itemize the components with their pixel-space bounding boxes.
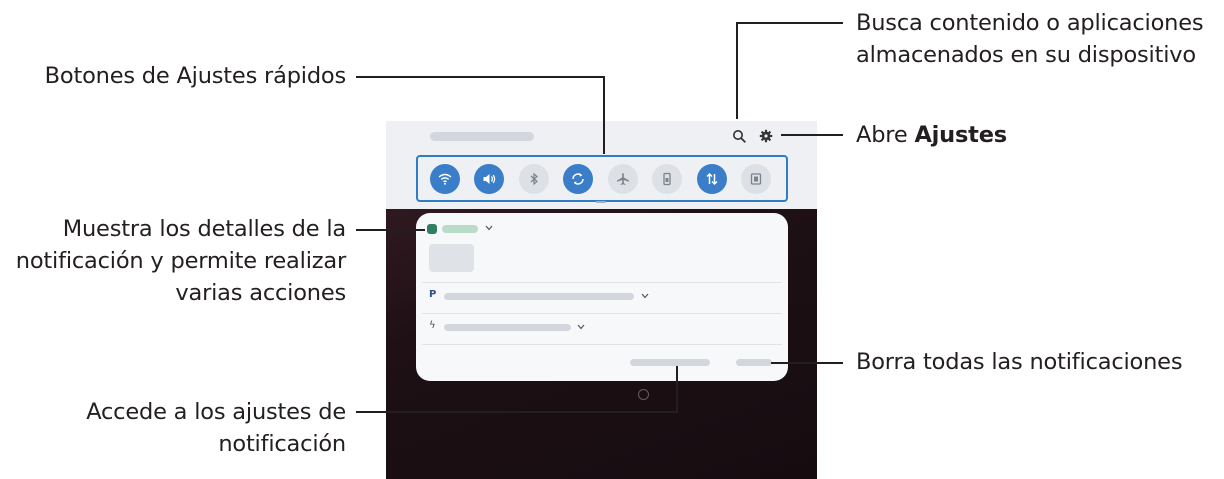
power-saving-button[interactable] xyxy=(741,164,771,194)
leader-line xyxy=(356,411,678,413)
notification-card: P ϟ xyxy=(416,213,788,381)
quick-settings-row xyxy=(416,155,788,202)
mobile-data-button[interactable] xyxy=(697,164,727,194)
date-placeholder xyxy=(430,132,534,141)
airplane-icon xyxy=(617,173,629,185)
chevron-down-icon[interactable] xyxy=(639,290,651,302)
callout-search: Busca contenido o aplicaciones almacenad… xyxy=(856,7,1204,71)
leader-line xyxy=(356,229,425,231)
flashlight-icon xyxy=(663,172,671,186)
app-name-placeholder xyxy=(442,225,478,233)
notification-content-placeholder xyxy=(429,244,474,272)
leader-line xyxy=(603,76,605,154)
notification-placeholder[interactable] xyxy=(444,324,571,331)
divider xyxy=(422,344,782,345)
callout-line: notificación y permite realizar xyxy=(15,248,346,274)
bluetooth-icon xyxy=(530,172,538,186)
callout-line: Abre xyxy=(856,122,915,148)
home-circle-icon xyxy=(638,389,649,400)
callout-line: Botones de Ajustes rápidos xyxy=(44,63,347,89)
divider xyxy=(422,282,782,283)
callout-line: Busca contenido o aplicaciones xyxy=(856,10,1204,36)
panel-drag-handle[interactable] xyxy=(596,201,606,203)
mobile-data-icon xyxy=(706,172,718,186)
sound-button[interactable] xyxy=(474,164,504,194)
callout-line: notificación xyxy=(218,431,346,457)
leader-line xyxy=(737,22,843,24)
notification-settings-button[interactable] xyxy=(630,359,710,366)
leader-line xyxy=(356,76,605,78)
app-icon xyxy=(427,224,437,234)
callout-details: Muestra los detalles de la notificación … xyxy=(16,213,346,309)
clear-all-button[interactable] xyxy=(736,359,772,366)
callout-line: varias acciones xyxy=(175,280,346,306)
flashlight-button[interactable] xyxy=(652,164,682,194)
leader-line xyxy=(781,134,843,136)
wifi-icon xyxy=(438,173,452,185)
power-saving-icon xyxy=(750,173,762,185)
divider xyxy=(422,313,782,314)
callout-settings: Abre Ajustes xyxy=(856,119,1007,151)
app-icon: P xyxy=(429,289,437,300)
callout-line: Borra todas las notificaciones xyxy=(856,349,1183,375)
callout-line: almacenados en su dispositivo xyxy=(856,42,1196,68)
auto-rotate-button[interactable] xyxy=(563,164,593,194)
callout-quick-settings: Botones de Ajustes rápidos xyxy=(44,60,347,92)
callout-bold: Ajustes xyxy=(914,122,1007,148)
callout-line: Accede a los ajustes de xyxy=(86,399,346,425)
leader-line xyxy=(771,362,843,364)
quick-panel xyxy=(386,121,817,209)
callout-notification-settings: Accede a los ajustes de notificación xyxy=(86,396,346,460)
phone-screen: P ϟ xyxy=(386,121,817,479)
bluetooth-button[interactable] xyxy=(519,164,549,194)
airplane-mode-button[interactable] xyxy=(608,164,638,194)
notification-placeholder[interactable] xyxy=(444,293,634,300)
rotate-icon xyxy=(572,173,584,185)
speaker-icon xyxy=(483,174,496,184)
callout-clear: Borra todas las notificaciones xyxy=(856,346,1183,378)
wifi-button[interactable] xyxy=(430,164,460,194)
gear-icon[interactable] xyxy=(757,127,775,145)
search-icon[interactable] xyxy=(730,127,748,145)
chevron-down-icon[interactable] xyxy=(575,321,587,333)
leader-line xyxy=(736,22,738,119)
chevron-down-icon[interactable] xyxy=(483,222,495,234)
leader-line xyxy=(676,366,678,413)
app-icon: ϟ xyxy=(429,320,436,331)
callout-line: Muestra los detalles de la xyxy=(62,216,346,242)
